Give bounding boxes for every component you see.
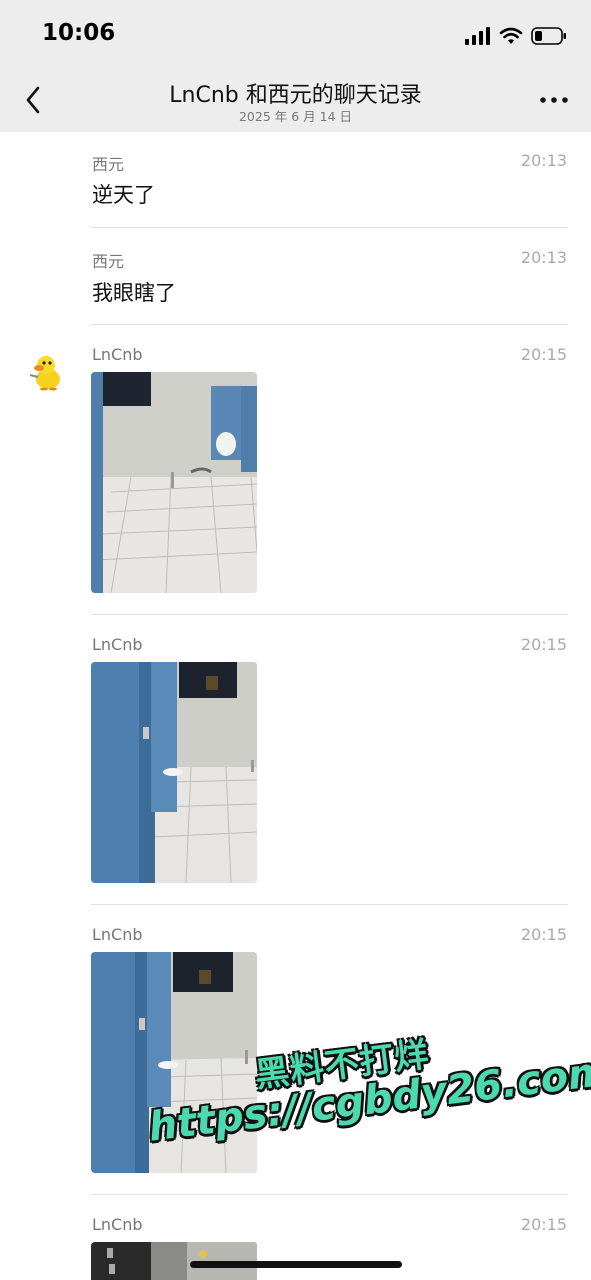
avatar[interactable] bbox=[26, 353, 66, 393]
message-time: 20:13 bbox=[520, 248, 567, 267]
message-sender: LnCnb bbox=[92, 925, 143, 944]
message-sender: 西元 bbox=[92, 252, 125, 271]
message-time: 20:13 bbox=[520, 151, 567, 170]
message-sender: LnCnb bbox=[92, 1215, 143, 1234]
chat-date: 2025 年 6 月 14 日 bbox=[238, 109, 353, 124]
home-indicator[interactable] bbox=[190, 1261, 402, 1268]
message-text[interactable]: 我眼瞎了 bbox=[92, 277, 176, 307]
message-item: 西元 20:13 我眼瞎了 bbox=[0, 228, 591, 325]
message-time: 20:15 bbox=[520, 1215, 567, 1234]
chat-title: LnCnb 和西元的聊天记录 bbox=[169, 83, 422, 108]
message-sender: LnCnb bbox=[92, 345, 143, 364]
nav-bar: LnCnb 和西元的聊天记录 2025 年 6 月 14 日 bbox=[0, 68, 591, 132]
status-bar: 10:06 bbox=[0, 0, 591, 68]
message-item: 西元 20:13 逆天了 bbox=[0, 132, 591, 228]
duck-avatar-icon bbox=[29, 356, 60, 391]
message-item: LnCnb 20:15 bbox=[0, 325, 591, 615]
battery-icon bbox=[531, 27, 566, 45]
status-time: 10:06 bbox=[42, 20, 116, 46]
wifi-icon bbox=[499, 27, 523, 44]
status-icons bbox=[465, 24, 567, 48]
message-sender: LnCnb bbox=[92, 635, 143, 654]
message-time: 20:15 bbox=[520, 635, 567, 654]
message-photo[interactable] bbox=[91, 372, 257, 593]
message-sender: 西元 bbox=[92, 155, 125, 174]
more-dots-icon bbox=[540, 97, 568, 103]
message-photo[interactable] bbox=[91, 662, 257, 883]
message-text[interactable]: 逆天了 bbox=[92, 179, 155, 209]
message-item: LnCnb 20:15 bbox=[0, 615, 591, 905]
message-time: 20:15 bbox=[520, 925, 567, 944]
more-button[interactable] bbox=[537, 88, 571, 112]
signal-icon bbox=[465, 27, 490, 45]
message-time: 20:15 bbox=[520, 345, 567, 364]
